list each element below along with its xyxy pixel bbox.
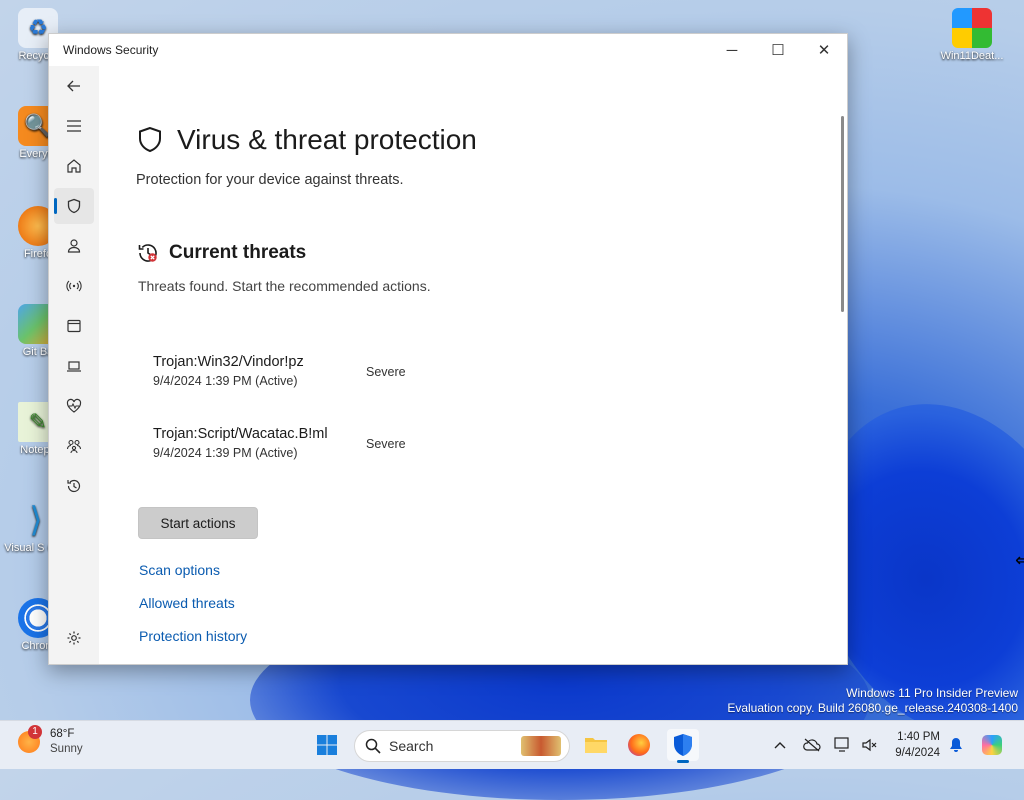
weather-widget[interactable]: 1 68°F Sunny xyxy=(18,725,83,757)
nav-firewall[interactable] xyxy=(54,268,94,304)
nav-protection-history[interactable] xyxy=(54,468,94,504)
threat-date: 9/4/2024 1:39 PM (Active) xyxy=(153,446,298,460)
menu-button[interactable] xyxy=(54,108,94,144)
search-placeholder: Search xyxy=(389,738,434,754)
window-title: Windows Security xyxy=(63,43,159,57)
nav-account-protection[interactable] xyxy=(54,228,94,264)
threat-severity: Severe xyxy=(366,365,406,379)
search-icon xyxy=(365,738,381,754)
volume-muted-icon xyxy=(862,738,877,752)
evaluation-watermark: Windows 11 Pro Insider Preview Evaluatio… xyxy=(727,686,1018,715)
desktop-icon-win11debloat[interactable]: Win11Deat... xyxy=(940,8,1004,62)
windows-security-window: Windows Security ─ ☐ ✕ Virus & threat pr… xyxy=(48,33,848,665)
page-title: Virus & threat protection xyxy=(137,124,477,156)
threat-item[interactable]: Trojan:Script/Wacatac.B!ml 9/4/2024 1:39… xyxy=(153,426,328,460)
nav-family-options[interactable] xyxy=(54,428,94,464)
volume-button[interactable] xyxy=(857,733,881,757)
bell-icon xyxy=(950,738,962,752)
protection-history-link[interactable]: Protection history xyxy=(139,628,247,644)
threat-item[interactable]: Trojan:Win32/Vindor!pz 9/4/2024 1:39 PM … xyxy=(153,354,304,388)
taskbar-search-box[interactable]: Search xyxy=(354,730,570,762)
clock-time: 1:40 PM xyxy=(897,731,940,743)
file-explorer-button[interactable] xyxy=(580,729,612,761)
start-button[interactable] xyxy=(311,729,343,761)
shield-icon xyxy=(67,198,81,214)
nav-device-security[interactable] xyxy=(54,348,94,384)
back-icon xyxy=(67,80,80,92)
menu-icon xyxy=(67,120,81,132)
gear-icon xyxy=(67,631,81,645)
navigation-rail xyxy=(49,66,99,664)
threat-date: 9/4/2024 1:39 PM (Active) xyxy=(153,374,298,388)
page-subtitle: Protection for your device against threa… xyxy=(136,172,404,188)
allowed-threats-link[interactable]: Allowed threats xyxy=(139,595,235,611)
nav-device-health[interactable] xyxy=(54,388,94,424)
family-icon xyxy=(66,439,82,454)
copilot-icon xyxy=(982,735,1002,755)
device-security-icon xyxy=(67,361,81,372)
back-button[interactable] xyxy=(54,68,94,104)
app-browser-icon xyxy=(67,319,81,333)
current-threats-description: Threats found. Start the recommended act… xyxy=(138,278,431,294)
sun-icon: 1 xyxy=(18,725,42,753)
network-status-button[interactable] xyxy=(831,733,855,757)
defender-shield-icon xyxy=(674,734,692,756)
taskbar: 1 68°F Sunny Search 1:40 PM 9/4/2024 xyxy=(0,720,1024,769)
weather-temperature: 68°F xyxy=(50,728,75,740)
minimize-button[interactable]: ─ xyxy=(709,34,755,66)
onedrive-button[interactable] xyxy=(800,733,824,757)
search-highlight-image xyxy=(521,736,561,756)
folder-icon xyxy=(585,738,607,753)
network-icon xyxy=(66,280,82,292)
notification-badge: 1 xyxy=(28,725,42,739)
firefox-taskbar-button[interactable] xyxy=(623,729,655,761)
nav-virus-protection[interactable] xyxy=(54,188,94,224)
weather-condition: Sunny xyxy=(50,743,83,755)
home-icon xyxy=(67,159,81,173)
threat-name: Trojan:Win32/Vindor!pz xyxy=(153,354,304,370)
show-hidden-icons-button[interactable] xyxy=(768,733,792,757)
title-bar[interactable]: Windows Security ─ ☐ ✕ xyxy=(49,34,847,66)
close-button[interactable]: ✕ xyxy=(801,34,847,66)
scan-options-link[interactable]: Scan options xyxy=(139,562,220,578)
copilot-button[interactable] xyxy=(980,733,1004,757)
monitor-network-icon xyxy=(834,737,849,752)
windows-logo-icon xyxy=(317,735,337,755)
maximize-button[interactable]: ☐ xyxy=(755,34,801,66)
threat-severity: Severe xyxy=(366,437,406,451)
threat-history-icon xyxy=(138,244,157,262)
threat-name: Trojan:Script/Wacatac.B!ml xyxy=(153,426,328,442)
windows-flag-icon xyxy=(952,8,992,48)
start-actions-button[interactable]: Start actions xyxy=(138,507,258,539)
cloud-offline-icon xyxy=(803,738,821,752)
shield-icon xyxy=(139,126,161,153)
firefox-icon xyxy=(628,734,650,756)
clock-date: 9/4/2024 xyxy=(895,747,940,759)
windows-security-taskbar-button[interactable] xyxy=(667,729,699,763)
notifications-button[interactable] xyxy=(944,733,968,757)
nav-home[interactable] xyxy=(54,148,94,184)
mouse-cursor-icon: ⇔ xyxy=(1015,550,1024,571)
chevron-up-icon xyxy=(774,742,786,749)
system-clock[interactable]: 1:40 PM 9/4/2024 xyxy=(884,729,940,761)
main-content: Virus & threat protection Protection for… xyxy=(99,66,847,664)
history-icon xyxy=(67,479,81,493)
health-icon xyxy=(66,398,82,413)
vertical-scrollbar[interactable] xyxy=(841,116,844,312)
account-icon xyxy=(67,239,81,253)
current-threats-heading: Current threats xyxy=(137,242,306,264)
nav-app-browser[interactable] xyxy=(54,308,94,344)
nav-settings[interactable] xyxy=(54,620,94,656)
